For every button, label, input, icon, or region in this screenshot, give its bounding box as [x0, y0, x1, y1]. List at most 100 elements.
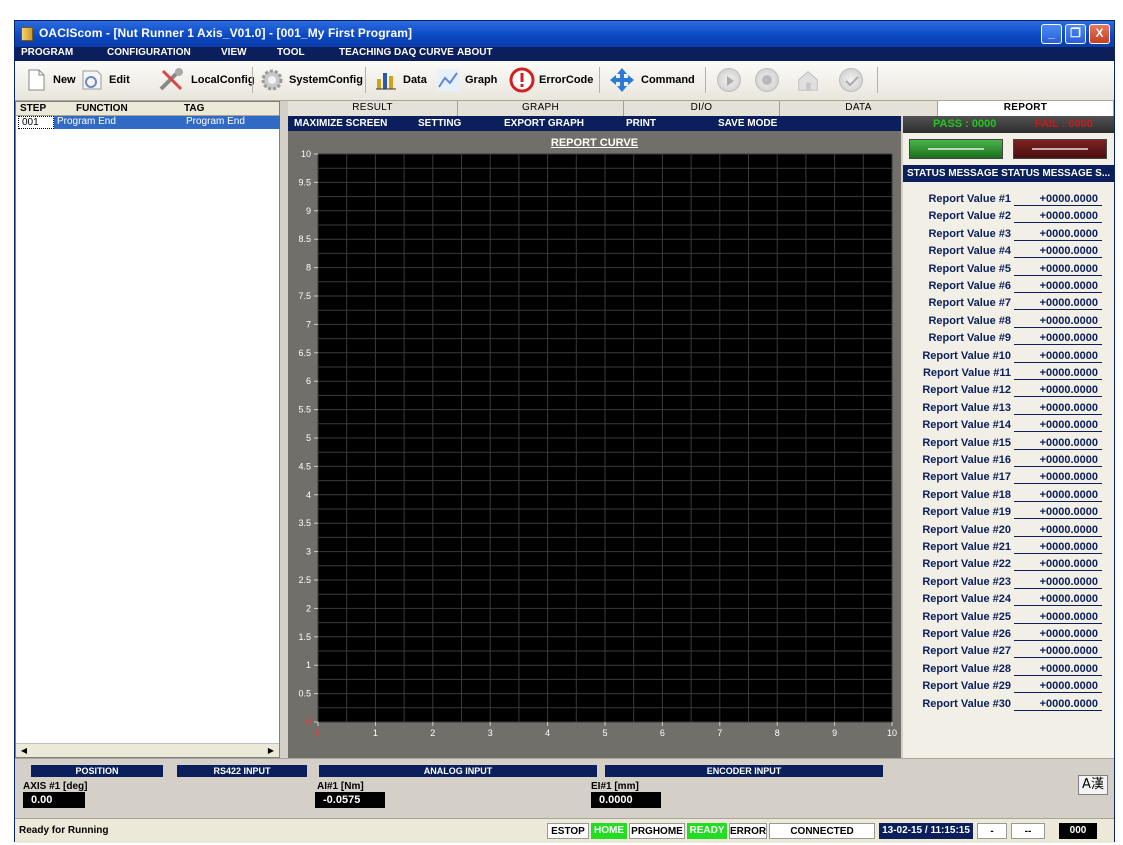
menu-tool[interactable]: TOOL: [277, 47, 305, 58]
x-tick-label: 9: [832, 728, 837, 738]
report-value-row: Report Value #1 +0000.0000: [903, 191, 1114, 208]
report-curve-chart[interactable]: 0 1 2 3 4 5 6 7 8 9 10 0 0.5 1 1.5 2 2.5 3 3.5 4 4.5 5 5.5 6 6.5…: [288, 146, 901, 758]
play-button[interactable]: [717, 65, 741, 95]
scroll-left-icon[interactable]: ◀: [18, 745, 30, 756]
report-value-label: Report Value #9: [928, 332, 1011, 345]
report-value-label: Report Value #30: [922, 697, 1011, 710]
export-graph-button[interactable]: EXPORT GRAPH: [504, 118, 584, 129]
report-value-row: Report Value #20 +0000.0000: [903, 522, 1114, 539]
stop-icon: [755, 68, 779, 92]
status-bar: Ready for Running ESTOP HOME PRGHOME REA…: [15, 818, 1114, 843]
pass-count: PASS : 0000: [933, 118, 997, 130]
systemconfig-button[interactable]: SystemConfig: [259, 65, 363, 95]
report-value-label: Report Value #26: [922, 628, 1011, 640]
x-tick-label: 1: [373, 728, 378, 738]
report-value-label: Report Value #8: [928, 314, 1011, 327]
play-icon: [717, 68, 741, 92]
report-value-label: Report Value #12: [922, 384, 1011, 397]
menu-configuration[interactable]: CONFIGURATION: [107, 47, 191, 58]
report-value-field: +0000.0000: [1014, 506, 1102, 520]
errorcode-button[interactable]: ErrorCode: [509, 65, 593, 95]
x-tick-label: 10: [887, 728, 897, 738]
report-value-field: +0000.0000: [1014, 541, 1102, 554]
tab-dio[interactable]: DI/O: [624, 101, 780, 116]
report-value-row: Report Value #16 +0000.0000: [903, 452, 1114, 469]
ime-toggle-button[interactable]: A漢: [1078, 775, 1108, 795]
report-value-field: +0000.0000: [1014, 332, 1102, 346]
x-tick-label: 5: [602, 728, 607, 738]
stop-button[interactable]: [755, 65, 779, 95]
restore-button[interactable]: ❐: [1065, 24, 1086, 44]
save-mode-button[interactable]: SAVE MODE: [718, 118, 777, 129]
function-cell[interactable]: Program End: [54, 116, 180, 129]
close-button[interactable]: X: [1089, 24, 1110, 44]
toolbar-separator: [877, 67, 878, 93]
x-tick-label: 7: [717, 728, 722, 738]
toolbar-separator: [599, 67, 600, 93]
gear-icon: [261, 69, 283, 91]
menu-view[interactable]: VIEW: [221, 47, 247, 58]
fail-lamp: [1013, 139, 1107, 159]
report-value-field: +0000.0000: [1014, 280, 1102, 293]
header-function[interactable]: FUNCTION: [76, 103, 128, 114]
data-button[interactable]: Data: [373, 65, 427, 95]
program-step-list[interactable]: STEP FUNCTION TAG 001 Program End Progra…: [15, 101, 280, 758]
report-value-label: Report Value #2: [928, 210, 1011, 223]
menu-bar: PROGRAM CONFIGURATION VIEW TOOL TEACHING…: [15, 47, 1114, 61]
report-value-field: +0000.0000: [1014, 245, 1102, 259]
print-button[interactable]: PRINT: [626, 118, 656, 129]
report-value-field: +0000.0000: [1014, 454, 1102, 467]
move-arrows-icon: [610, 68, 634, 92]
y-tick-label: 7: [306, 319, 311, 329]
tab-graph[interactable]: GRAPH: [458, 101, 624, 116]
new-button[interactable]: New: [23, 65, 76, 95]
report-value-row: Report Value #9 +0000.0000: [903, 330, 1114, 347]
menu-teaching-daq-curve[interactable]: TEACHING DAQ CURVE: [339, 47, 454, 58]
report-value-field: +0000.0000: [1014, 367, 1102, 380]
encoder-label: EI#1 [mm]: [591, 781, 639, 792]
title-bar[interactable]: OACIScom - [Nut Runner 1 Axis_V01.0] - […: [15, 21, 1114, 47]
y-tick-label: 2: [306, 603, 311, 613]
app-window: OACIScom - [Nut Runner 1 Axis_V01.0] - […: [14, 20, 1115, 843]
confirm-button[interactable]: [839, 65, 863, 95]
report-value-field: +0000.0000: [1014, 297, 1102, 311]
report-value-field: +0000.0000: [1014, 663, 1102, 676]
y-tick-label: 1.5: [298, 632, 311, 642]
wrench-icon: [159, 68, 183, 91]
setting-button[interactable]: SETTING: [418, 118, 461, 129]
y-tick-label: 4.5: [298, 461, 311, 471]
maximize-screen-button[interactable]: MAXIMIZE SCREEN: [294, 118, 387, 129]
minimize-button[interactable]: _: [1041, 24, 1062, 44]
report-value-field: +0000.0000: [1014, 489, 1102, 502]
report-value-row: Report Value #3 +0000.0000: [903, 226, 1114, 243]
step-cell[interactable]: 001: [18, 116, 54, 129]
report-value-field: +0000.0000: [1014, 419, 1102, 433]
command-button[interactable]: Command: [607, 65, 695, 95]
localconfig-label: LocalConfig: [191, 74, 255, 86]
bar-chart-icon: [376, 73, 396, 90]
report-value-row: Report Value #26 +0000.0000: [903, 626, 1114, 643]
horizontal-scrollbar[interactable]: ◀ ▶: [16, 743, 279, 757]
tab-data[interactable]: DATA: [780, 101, 938, 116]
tab-report[interactable]: REPORT: [938, 101, 1114, 116]
tab-result[interactable]: RESULT: [288, 101, 458, 116]
table-row[interactable]: 001 Program End Program End: [16, 116, 280, 129]
status-message-text: Ready for Running: [19, 825, 109, 836]
home-button[interactable]: [795, 65, 821, 95]
tag-cell[interactable]: Program End: [180, 116, 280, 129]
systemconfig-label: SystemConfig: [289, 74, 363, 86]
header-tag[interactable]: TAG: [184, 103, 204, 114]
report-value-field: +0000.0000: [1014, 228, 1102, 241]
scroll-right-icon[interactable]: ▶: [265, 745, 277, 756]
header-step[interactable]: STEP: [20, 103, 46, 114]
localconfig-button[interactable]: LocalConfig: [157, 65, 255, 95]
ready-indicator: READY: [687, 823, 727, 839]
menu-about[interactable]: ABOUT: [457, 47, 493, 58]
warning-icon: [509, 67, 535, 93]
graph-button[interactable]: Graph: [435, 65, 497, 95]
edit-button[interactable]: Edit: [79, 65, 130, 95]
connection-status: CONNECTED: [769, 823, 875, 839]
menu-program[interactable]: PROGRAM: [21, 47, 73, 58]
encoder-header: ENCODER INPUT: [605, 765, 883, 777]
analog-value: -0.0575: [315, 792, 385, 808]
